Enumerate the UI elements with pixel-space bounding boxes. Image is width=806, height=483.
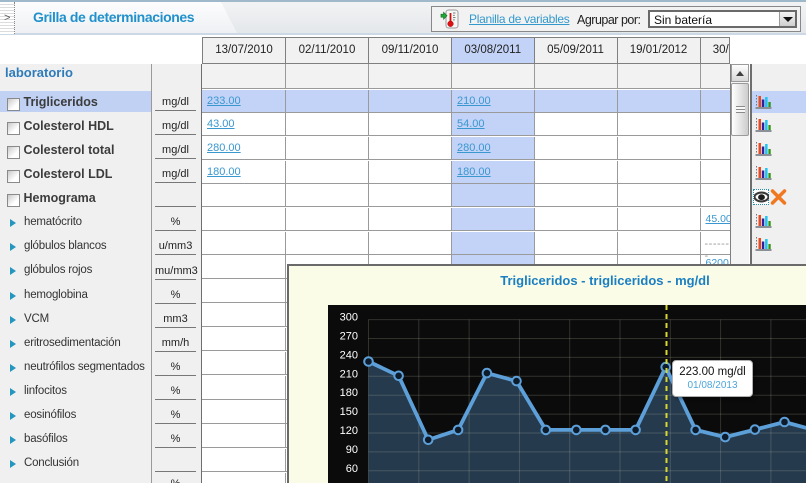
svg-text:240: 240 [340,349,358,361]
svg-text:90: 90 [346,444,358,456]
svg-text:180: 180 [340,387,358,399]
svg-text:210: 210 [340,368,358,380]
svg-text:300: 300 [340,312,358,324]
svg-text:270: 270 [340,331,358,343]
svg-text:120: 120 [340,425,358,437]
svg-text:150: 150 [340,406,358,418]
svg-text:60: 60 [346,463,358,475]
